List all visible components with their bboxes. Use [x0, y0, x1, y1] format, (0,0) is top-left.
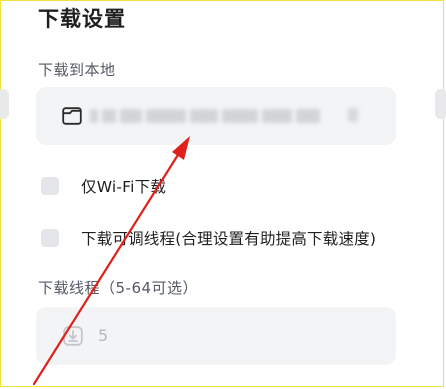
- adjustable-threads-label: 下载可调线程(合理设置有助提高下载速度): [81, 230, 377, 248]
- adjustable-threads-checkbox[interactable]: [41, 229, 59, 247]
- wifi-only-label: 仅Wi-Fi下载: [81, 178, 167, 196]
- download-icon: [63, 326, 83, 346]
- wifi-only-checkbox[interactable]: [41, 177, 59, 195]
- download-path-field[interactable]: [36, 87, 396, 145]
- download-path-value-redacted-tail: [348, 108, 358, 122]
- thread-count-label: 下载线程（5-64可选）: [38, 279, 199, 297]
- left-edge-handle: [0, 89, 9, 119]
- folder-icon: [62, 107, 82, 125]
- wifi-only-option[interactable]: 仅Wi-Fi下载: [41, 175, 166, 197]
- settings-panel: 下载设置 下载到本地 仅Wi-Fi下载 下载可调线程(合理设置有助提高下载速度)…: [0, 0, 446, 387]
- thread-count-value: 5: [98, 326, 109, 345]
- page-title: 下载设置: [38, 7, 126, 31]
- adjustable-threads-option[interactable]: 下载可调线程(合理设置有助提高下载速度): [41, 227, 376, 249]
- right-edge-handle: [435, 89, 446, 119]
- thread-count-field[interactable]: 5: [36, 307, 396, 365]
- download-path-label: 下载到本地: [38, 61, 116, 79]
- download-path-value-redacted: [90, 103, 330, 129]
